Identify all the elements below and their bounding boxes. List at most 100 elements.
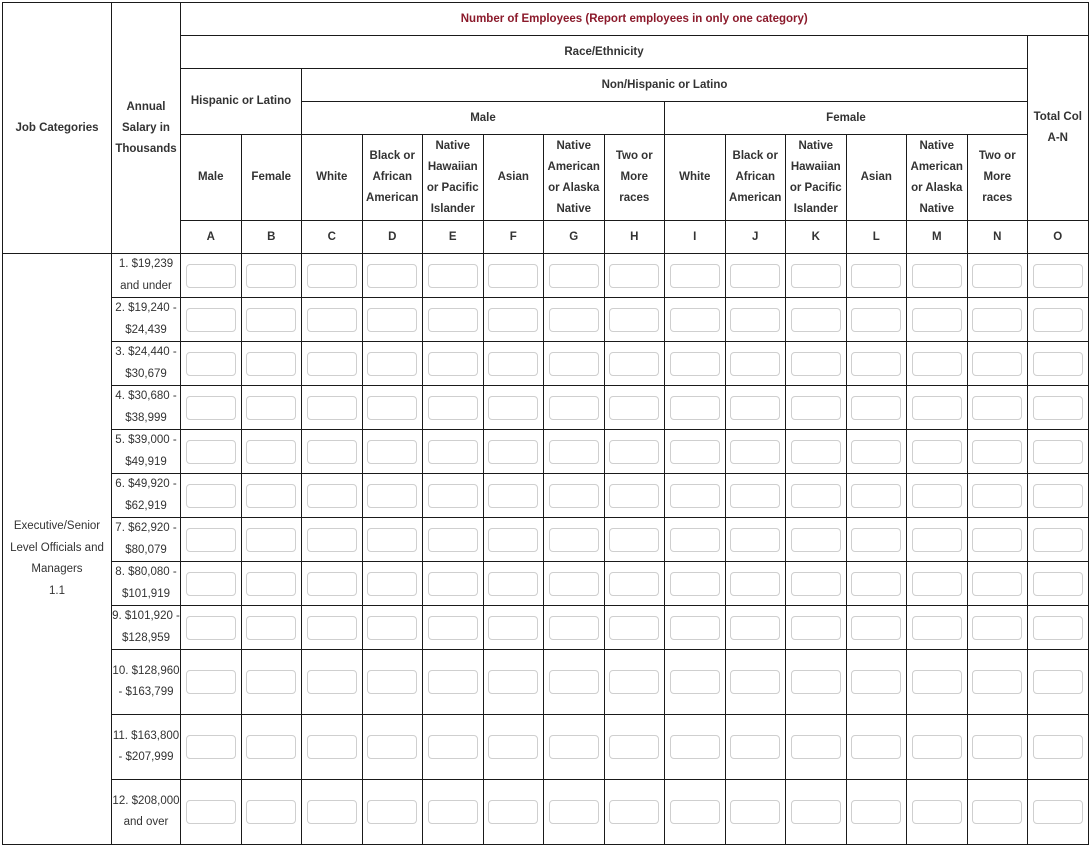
count-input-c[interactable]	[306, 395, 357, 420]
count-input-m[interactable]	[911, 483, 962, 508]
count-input-k[interactable]	[790, 395, 841, 420]
count-input-d[interactable]	[367, 571, 418, 596]
count-input-i[interactable]	[669, 735, 720, 759]
count-input-a[interactable]	[185, 263, 236, 288]
count-input-e[interactable]	[427, 307, 478, 332]
count-input-o[interactable]	[1032, 615, 1083, 640]
count-input-g[interactable]	[548, 527, 599, 552]
count-input-d[interactable]	[367, 483, 418, 508]
count-input-e[interactable]	[427, 439, 478, 464]
count-input-g[interactable]	[548, 307, 599, 332]
count-input-m[interactable]	[911, 527, 962, 552]
count-input-b[interactable]	[246, 735, 297, 759]
count-input-e[interactable]	[427, 670, 478, 694]
count-input-j[interactable]	[730, 571, 781, 596]
count-input-l[interactable]	[851, 670, 902, 694]
count-input-l[interactable]	[851, 735, 902, 759]
count-input-c[interactable]	[306, 439, 357, 464]
count-input-d[interactable]	[367, 615, 418, 640]
count-input-l[interactable]	[851, 527, 902, 552]
count-input-c[interactable]	[306, 615, 357, 640]
count-input-l[interactable]	[851, 571, 902, 596]
count-input-j[interactable]	[730, 395, 781, 420]
count-input-k[interactable]	[790, 670, 841, 694]
count-input-g[interactable]	[548, 483, 599, 508]
count-input-n[interactable]	[972, 439, 1023, 464]
count-input-f[interactable]	[488, 670, 539, 694]
count-input-d[interactable]	[367, 670, 418, 694]
count-input-o[interactable]	[1032, 735, 1083, 759]
count-input-h[interactable]	[609, 263, 660, 288]
count-input-n[interactable]	[972, 307, 1023, 332]
count-input-m[interactable]	[911, 800, 962, 824]
count-input-a[interactable]	[185, 670, 236, 694]
count-input-d[interactable]	[367, 735, 418, 759]
count-input-m[interactable]	[911, 307, 962, 332]
count-input-d[interactable]	[367, 439, 418, 464]
count-input-m[interactable]	[911, 395, 962, 420]
count-input-o[interactable]	[1032, 395, 1083, 420]
count-input-i[interactable]	[669, 615, 720, 640]
count-input-k[interactable]	[790, 263, 841, 288]
count-input-k[interactable]	[790, 571, 841, 596]
count-input-o[interactable]	[1032, 800, 1083, 824]
count-input-o[interactable]	[1032, 307, 1083, 332]
count-input-h[interactable]	[609, 395, 660, 420]
count-input-l[interactable]	[851, 395, 902, 420]
count-input-g[interactable]	[548, 800, 599, 824]
count-input-d[interactable]	[367, 263, 418, 288]
count-input-h[interactable]	[609, 307, 660, 332]
count-input-h[interactable]	[609, 571, 660, 596]
count-input-h[interactable]	[609, 615, 660, 640]
count-input-b[interactable]	[246, 395, 297, 420]
count-input-j[interactable]	[730, 483, 781, 508]
count-input-b[interactable]	[246, 571, 297, 596]
count-input-a[interactable]	[185, 735, 236, 759]
count-input-g[interactable]	[548, 670, 599, 694]
count-input-e[interactable]	[427, 571, 478, 596]
count-input-e[interactable]	[427, 615, 478, 640]
count-input-e[interactable]	[427, 527, 478, 552]
count-input-b[interactable]	[246, 800, 297, 824]
count-input-m[interactable]	[911, 263, 962, 288]
count-input-o[interactable]	[1032, 571, 1083, 596]
count-input-d[interactable]	[367, 307, 418, 332]
count-input-h[interactable]	[609, 670, 660, 694]
count-input-a[interactable]	[185, 351, 236, 376]
count-input-c[interactable]	[306, 800, 357, 824]
count-input-n[interactable]	[972, 800, 1023, 824]
count-input-o[interactable]	[1032, 439, 1083, 464]
count-input-m[interactable]	[911, 351, 962, 376]
count-input-n[interactable]	[972, 483, 1023, 508]
count-input-o[interactable]	[1032, 527, 1083, 552]
count-input-c[interactable]	[306, 527, 357, 552]
count-input-k[interactable]	[790, 800, 841, 824]
count-input-f[interactable]	[488, 527, 539, 552]
count-input-o[interactable]	[1032, 670, 1083, 694]
count-input-c[interactable]	[306, 735, 357, 759]
count-input-f[interactable]	[488, 615, 539, 640]
count-input-i[interactable]	[669, 263, 720, 288]
count-input-a[interactable]	[185, 571, 236, 596]
count-input-d[interactable]	[367, 395, 418, 420]
count-input-h[interactable]	[609, 527, 660, 552]
count-input-l[interactable]	[851, 439, 902, 464]
count-input-i[interactable]	[669, 439, 720, 464]
count-input-n[interactable]	[972, 351, 1023, 376]
count-input-h[interactable]	[609, 351, 660, 376]
count-input-j[interactable]	[730, 263, 781, 288]
count-input-a[interactable]	[185, 483, 236, 508]
count-input-f[interactable]	[488, 307, 539, 332]
count-input-l[interactable]	[851, 307, 902, 332]
count-input-m[interactable]	[911, 670, 962, 694]
count-input-f[interactable]	[488, 351, 539, 376]
count-input-b[interactable]	[246, 527, 297, 552]
count-input-g[interactable]	[548, 263, 599, 288]
count-input-h[interactable]	[609, 735, 660, 759]
count-input-i[interactable]	[669, 800, 720, 824]
count-input-m[interactable]	[911, 735, 962, 759]
count-input-l[interactable]	[851, 483, 902, 508]
count-input-j[interactable]	[730, 615, 781, 640]
count-input-e[interactable]	[427, 263, 478, 288]
count-input-f[interactable]	[488, 800, 539, 824]
